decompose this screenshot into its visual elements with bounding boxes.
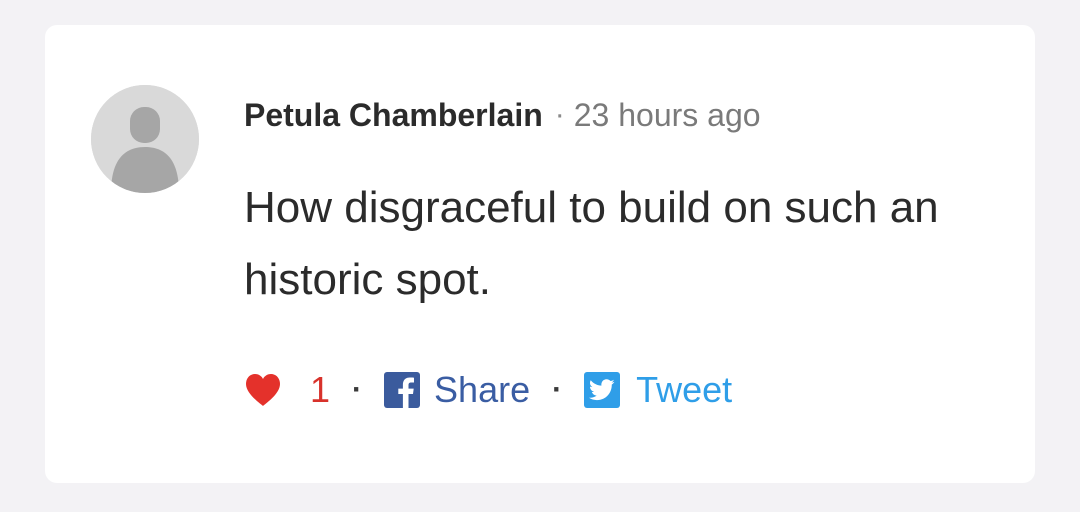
user-placeholder-icon [91, 85, 199, 193]
comment-actions: 1 · Share · Tweet [244, 367, 732, 413]
comment-text: How disgraceful to build on such an hist… [244, 183, 939, 304]
action-separator: · [552, 373, 563, 406]
comment-card: Petula Chamberlain · 23 hours ago How di… [45, 25, 1035, 483]
comment-header: Petula Chamberlain · 23 hours ago [244, 95, 761, 135]
timestamp: 23 hours ago [573, 96, 761, 133]
heart-icon [246, 374, 280, 406]
action-separator: · [352, 373, 363, 406]
tweet-label: Tweet [636, 369, 733, 410]
facebook-icon [384, 372, 421, 408]
share-label: Share [434, 369, 531, 410]
tweet-button[interactable]: Tweet [584, 369, 732, 411]
author-name[interactable]: Petula Chamberlain [244, 97, 543, 134]
facebook-share-button[interactable]: Share [384, 369, 530, 411]
twitter-icon [584, 372, 621, 408]
like-button[interactable]: 1 [244, 369, 330, 411]
like-count: 1 [310, 369, 331, 410]
avatar[interactable] [91, 85, 199, 193]
header-separator: · [554, 98, 565, 131]
